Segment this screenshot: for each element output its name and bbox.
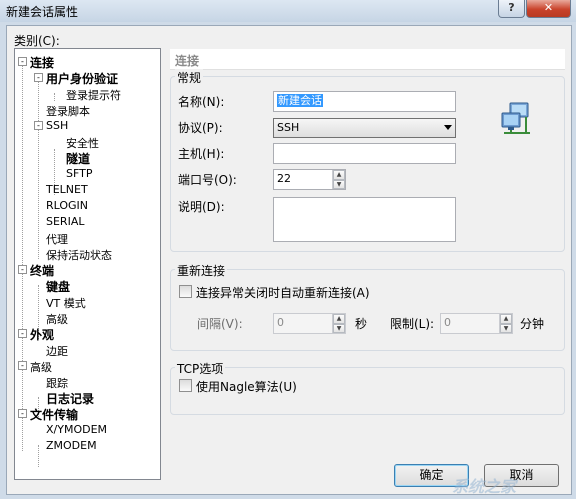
network-computer-icon [501, 102, 530, 134]
tcp-group-title: TCP选项 [175, 360, 226, 377]
spin-down-icon[interactable]: ▼ [333, 179, 345, 189]
close-button[interactable]: ✕ [526, 0, 571, 18]
category-label: 类别(C): [14, 34, 60, 48]
window-title: 新建会话属性 [6, 5, 79, 19]
interval-spinner[interactable]: ▲ ▼ [332, 314, 345, 333]
spin-up-icon[interactable]: ▲ [333, 170, 345, 180]
help-button[interactable]: ? [498, 0, 525, 18]
tree-item-security[interactable]: 安全性 [66, 135, 99, 151]
dialog-client: 类别(C): - 连接 - 用户身份验证 登录提示符 登录脚本 - SSH 安全… [6, 25, 572, 496]
reconnect-group-title: 重新连接 [175, 262, 228, 279]
tree-item-tunnel[interactable]: 隧道 [66, 150, 90, 167]
host-label: 主机(H): [178, 147, 225, 161]
collapse-icon[interactable]: - [18, 329, 27, 338]
panel-header: 连接 [170, 49, 565, 70]
tree-item-xymodem[interactable]: X/YMODEM [46, 423, 107, 436]
collapse-icon[interactable]: - [18, 57, 27, 66]
limit-spinner[interactable]: ▲ ▼ [499, 314, 512, 333]
name-input[interactable]: 新建会话 [273, 91, 456, 112]
category-tree[interactable]: - 连接 - 用户身份验证 登录提示符 登录脚本 - SSH 安全性 隧道 SF… [14, 48, 161, 480]
minutes-unit: 分钟 [520, 317, 545, 331]
nagle-label: 使用Nagle算法(U) [196, 380, 297, 394]
limit-input[interactable]: 0 ▲ ▼ [440, 313, 513, 334]
tree-item-file-transfer[interactable]: 文件传输 [30, 406, 78, 423]
tree-item-login-script[interactable]: 登录脚本 [46, 103, 90, 119]
tree-item-vt-mode[interactable]: VT 模式 [46, 295, 86, 311]
collapse-icon[interactable]: - [18, 409, 27, 418]
collapse-icon[interactable]: - [34, 121, 43, 130]
description-textarea[interactable] [273, 197, 456, 242]
spin-down-icon[interactable]: ▼ [333, 323, 345, 333]
tree-item-log[interactable]: 日志记录 [46, 390, 94, 407]
tree-item-keyboard[interactable]: 键盘 [46, 278, 70, 295]
tree-item-telnet[interactable]: TELNET [46, 183, 88, 196]
port-input[interactable]: 22 ▲ ▼ [273, 169, 346, 190]
tree-item-ssh[interactable]: SSH [46, 119, 68, 132]
collapse-icon[interactable]: - [34, 73, 43, 82]
reconnect-group [170, 269, 565, 351]
panel-title: 连接 [175, 54, 200, 68]
name-label: 名称(N): [178, 95, 225, 109]
spin-down-icon[interactable]: ▼ [500, 323, 512, 333]
spin-up-icon[interactable]: ▲ [333, 314, 345, 324]
tree-item-login-prompt[interactable]: 登录提示符 [66, 87, 121, 103]
limit-value: 0 [444, 316, 451, 329]
tree-item-keepalive[interactable]: 保持活动状态 [46, 247, 112, 263]
tree-item-serial[interactable]: SERIAL [46, 215, 84, 228]
port-value: 22 [277, 172, 291, 185]
tree-item-trace[interactable]: 跟踪 [46, 375, 68, 391]
protocol-value: SSH [277, 121, 300, 134]
title-bar: 新建会话属性 ? ✕ [0, 0, 576, 22]
tree-item-advanced[interactable]: 高级 [46, 311, 68, 327]
port-spinner[interactable]: ▲ ▼ [332, 170, 345, 189]
tree-item-sftp[interactable]: SFTP [66, 167, 92, 180]
tree-item-auth[interactable]: 用户身份验证 [46, 70, 118, 87]
collapse-icon[interactable]: - [18, 361, 27, 370]
watermark-logo: 系统之家 [452, 477, 517, 496]
collapse-icon[interactable]: - [18, 265, 27, 274]
host-input[interactable] [273, 143, 456, 164]
port-label: 端口号(O): [178, 173, 237, 187]
tree-item-proxy[interactable]: 代理 [46, 231, 68, 247]
tree-item-zmodem[interactable]: ZMODEM [46, 439, 97, 452]
spin-up-icon[interactable]: ▲ [500, 314, 512, 324]
tree-line [22, 61, 23, 451]
nagle-checkbox[interactable] [179, 379, 192, 392]
interval-value: 0 [277, 316, 284, 329]
desc-label: 说明(D): [178, 200, 225, 214]
protocol-select[interactable]: SSH [273, 118, 456, 138]
tree-line [54, 93, 55, 101]
tree-item-rlogin[interactable]: RLOGIN [46, 199, 88, 212]
tree-line [38, 445, 39, 467]
auto-reconnect-checkbox[interactable] [179, 285, 192, 298]
tree-line [38, 77, 39, 259]
interval-input[interactable]: 0 ▲ ▼ [273, 313, 346, 334]
tree-item-margin[interactable]: 边距 [46, 343, 68, 359]
auto-reconnect-label: 连接异常关闭时自动重新连接(A) [196, 286, 370, 300]
limit-label: 限制(L): [390, 317, 435, 331]
name-value: 新建会话 [277, 94, 323, 107]
tree-item-terminal[interactable]: 终端 [30, 262, 54, 279]
interval-label: 间隔(V): [197, 317, 243, 331]
tree-item-appearance[interactable]: 外观 [30, 326, 54, 343]
tree-item-connection[interactable]: 连接 [30, 54, 54, 71]
protocol-label: 协议(P): [178, 121, 223, 135]
general-group-title: 常规 [175, 69, 204, 86]
tree-item-advanced[interactable]: 高级 [30, 359, 52, 375]
seconds-unit: 秒 [355, 317, 368, 331]
dropdown-arrow-icon [444, 125, 452, 130]
